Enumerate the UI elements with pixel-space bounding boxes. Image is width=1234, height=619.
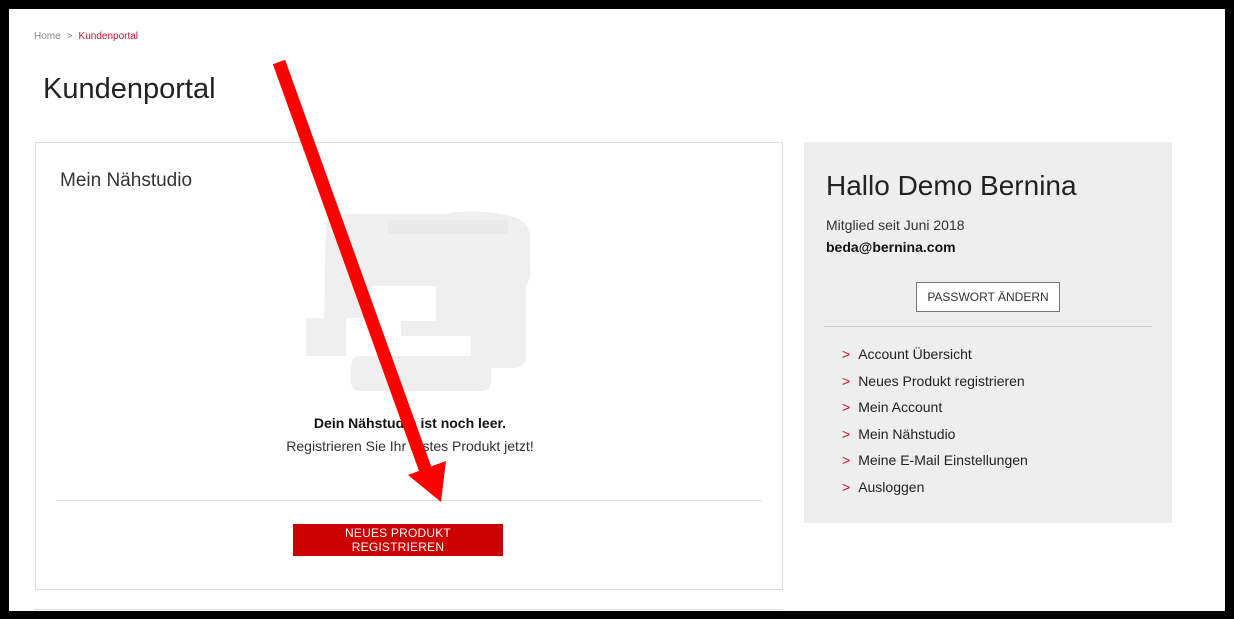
- nav-item-label: Mein Account: [858, 399, 943, 415]
- next-card: [35, 609, 783, 611]
- nav-item-label: Neues Produkt registrieren: [858, 372, 1025, 389]
- empty-state-title: Dein Nähstudio ist noch leer.: [313, 415, 507, 431]
- breadcrumb-separator: >: [66, 31, 73, 42]
- breadcrumb: Home > Kundenportal: [34, 31, 138, 42]
- sewing-studio-title: Mein Nähstudio: [60, 170, 193, 191]
- chevron-right-icon: >: [842, 399, 851, 415]
- greeting: Hallo Demo Bernina: [826, 170, 1077, 201]
- page-title: Kundenportal: [43, 73, 216, 105]
- sewing-studio-card: Mein Nähstudio Dein Nähstudio ist noch l…: [35, 142, 783, 590]
- nav-item-label: Account Übersicht: [858, 346, 972, 362]
- browser-page: Home > Kundenportal Kundenportal Mein Nähs…: [9, 9, 1225, 611]
- nav-item-label: Meine E-Mail Einstellungen: [858, 452, 1028, 468]
- nav-item-label: Ausloggen: [858, 478, 925, 495]
- account-panel: Hallo Demo Bernina Mitglied seit Juni 20…: [804, 142, 1172, 523]
- breadcrumb-home-link[interactable]: Home: [34, 31, 61, 42]
- change-password-button[interactable]: PASSWORT ÄNDERN: [916, 282, 1060, 312]
- nav-item-email-settings[interactable]: > Meine E-Mail Einstellungen: [842, 452, 1028, 479]
- nav-item-sewing-studio[interactable]: > Mein Nähstudio: [842, 426, 1028, 453]
- nav-item-register-product[interactable]: > Neues Produkt registrieren: [842, 373, 1028, 400]
- nav-item-account-overview[interactable]: > Account Übersicht: [842, 346, 1028, 373]
- empty-state-subtitle: Registrieren Sie Ihr erstes Produkt jetz…: [286, 438, 534, 454]
- chevron-right-icon: >: [842, 478, 851, 495]
- member-since: Mitglied seit Juni 2018: [826, 217, 965, 233]
- breadcrumb-current[interactable]: Kundenportal: [79, 31, 139, 42]
- nav-item-my-account[interactable]: > Mein Account: [842, 399, 1028, 426]
- card-divider: [56, 500, 762, 501]
- sewing-machine-icon: [306, 211, 531, 391]
- chevron-right-icon: >: [842, 452, 851, 468]
- panel-divider: [824, 326, 1152, 327]
- chevron-right-icon: >: [842, 372, 851, 389]
- chevron-right-icon: >: [842, 346, 851, 362]
- account-nav: > Account Übersicht > Neues Produkt regist…: [842, 346, 1028, 505]
- nav-item-label: Mein Nähstudio: [858, 425, 956, 442]
- register-product-button[interactable]: NEUES PRODUKT REGISTRIEREN: [293, 524, 503, 556]
- chevron-right-icon: >: [842, 425, 851, 442]
- account-email: beda@bernina.com: [826, 239, 956, 255]
- nav-item-logout[interactable]: > Ausloggen: [842, 479, 1028, 506]
